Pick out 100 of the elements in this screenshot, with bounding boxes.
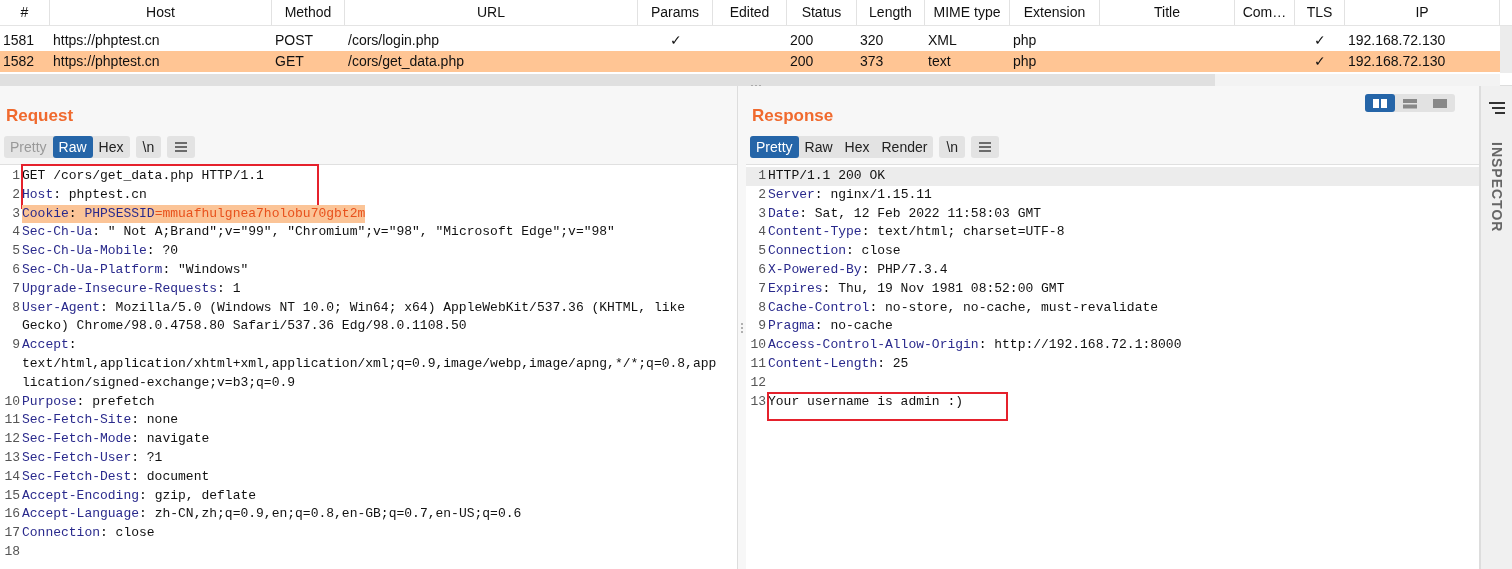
splitter-grip-icon — [740, 321, 744, 334]
column-header[interactable]: Length — [857, 0, 925, 25]
table-cell: php — [1013, 53, 1037, 69]
line-number: 17 — [3, 524, 21, 543]
table-cell: https://phptest.cn — [53, 53, 160, 69]
view-tab[interactable]: Hex — [92, 136, 130, 158]
table-cell: ✓ — [1314, 53, 1326, 69]
table-cell: https://phptest.cn — [53, 32, 160, 48]
code-line: Connection: close — [768, 242, 901, 261]
line-number: 5 — [11, 242, 21, 261]
column-header[interactable]: IP — [1345, 0, 1500, 25]
code-line: HTTP/1.1 200 OK — [768, 167, 886, 185]
line-number: 1 — [11, 167, 21, 185]
view-tab[interactable]: Raw — [798, 136, 839, 158]
message-editor[interactable] — [0, 164, 737, 569]
message-editor[interactable] — [746, 164, 1479, 569]
line-number: 13 — [3, 448, 21, 467]
line-number: 7 — [757, 279, 767, 298]
table-cell: GET — [275, 53, 304, 69]
column-header[interactable]: MIME type — [925, 0, 1010, 25]
code-line: Cache-Control: no-store, no-cache, must-revalidate — [768, 298, 1159, 317]
single-pane-icon — [1432, 97, 1448, 109]
table-cell: text — [928, 53, 951, 69]
inspector-tab[interactable]: INSPECTOR — [1488, 142, 1505, 233]
table-row[interactable]: 1581 https://phptest.cn POST /cors/login.php ✓ 200 320 XML php ✓ 192.168.72.130 — [0, 30, 1500, 51]
column-header[interactable]: TLS — [1295, 0, 1345, 25]
code-line: Pragma: no-cache — [768, 317, 893, 336]
code-line: Date: Sat, 12 Feb 2022 11:58:03 GMT — [768, 204, 1042, 223]
line-number: 10 — [3, 392, 21, 411]
line-number: 7 — [11, 279, 21, 298]
line-number: 4 — [11, 223, 21, 242]
column-header[interactable]: Com… — [1235, 0, 1295, 25]
horizontal-scrollbar[interactable] — [0, 74, 1500, 86]
line-number: 12 — [3, 430, 21, 449]
line-number: 8 — [11, 298, 21, 317]
menu-icon — [1486, 100, 1507, 116]
code-line: GET /cors/get_data.php HTTP/1.1 — [22, 167, 264, 185]
code-line: Server: nginx/1.15.11 — [768, 185, 932, 204]
view-tab[interactable]: Render — [875, 136, 934, 158]
code-line: Access-Control-Allow-Origin: http://192.168.72.1:8000 — [768, 336, 1182, 355]
line-number: 10 — [749, 336, 767, 355]
code-line: Sec-Ch-Ua: " Not A;Brand";v="99", "Chromium";v="98", "Microsoft Edge";v="98" — [22, 223, 615, 242]
line-number: 3 — [11, 204, 21, 223]
newline-toggle-button[interactable]: \n — [939, 136, 966, 158]
code-line: Connection: close — [22, 524, 155, 543]
table-cell: /cors/login.php — [348, 32, 440, 48]
column-header[interactable]: Host — [50, 0, 272, 25]
table-cell: 1582 — [3, 53, 35, 69]
code-line: Accept: — [22, 336, 78, 355]
column-header[interactable]: # — [0, 0, 50, 25]
layout-toggle[interactable] — [1365, 94, 1395, 112]
line-number: 13 — [749, 392, 767, 411]
code-line: Sec-Fetch-Mode: navigate — [22, 430, 210, 449]
table-cell: 200 — [790, 32, 814, 48]
menu-button[interactable] — [971, 136, 1000, 158]
newline-toggle-button[interactable]: \n — [135, 136, 162, 158]
column-header[interactable]: URL — [345, 0, 638, 25]
code-line: lication/signed-exchange;v=b3;q=0.9 — [22, 373, 297, 392]
menu-button[interactable] — [167, 136, 196, 158]
line-number: 2 — [11, 185, 21, 204]
code-line: Sec-Ch-Ua-Platform: "Windows" — [22, 261, 249, 279]
line-number: 6 — [757, 261, 767, 279]
line-number: 18 — [3, 542, 21, 561]
table-row[interactable]: 1582 https://phptest.cn GET /cors/get_data.php 200 373 text php ✓ 192.168.72.130 — [0, 51, 1500, 72]
columns-layout-icon — [1372, 97, 1388, 109]
inspector-menu-button[interactable] — [1486, 100, 1507, 116]
column-header[interactable]: Extension — [1010, 0, 1100, 25]
line-number: 5 — [757, 242, 767, 261]
line-number: 8 — [757, 298, 767, 317]
pane-title: Response — [751, 105, 834, 127]
code-line: Sec-Fetch-Site: none — [22, 411, 179, 430]
table-cell: XML — [928, 32, 957, 48]
line-number: 6 — [11, 261, 21, 279]
pane-title: Request — [5, 105, 74, 127]
code-line: text/html,application/xhtml+xml,application/xml;q=0.9,image/webp,image/apng,*/*;q=0.8,app — [22, 354, 717, 373]
column-header[interactable]: Title — [1100, 0, 1235, 25]
menu-icon — [174, 141, 189, 153]
vertical-scrollbar[interactable] — [1500, 26, 1512, 73]
table-cell: 320 — [860, 32, 884, 48]
code-line: X-Powered-By: PHP/7.3.4 — [768, 261, 948, 279]
table-cell: ✓ — [1314, 32, 1326, 48]
view-tab[interactable]: Hex — [838, 136, 876, 158]
view-tab[interactable]: Pretty — [750, 136, 799, 158]
code-line: Gecko) Chrome/98.0.4758.80 Safari/537.36 Edg/98.0.1108.50 — [22, 317, 468, 336]
line-number: 3 — [757, 204, 767, 223]
line-number: 16 — [3, 505, 21, 524]
line-number: 11 — [3, 411, 21, 430]
view-tab[interactable]: Raw — [52, 136, 93, 158]
code-line: Sec-Fetch-Dest: document — [22, 467, 210, 486]
table-cell: 373 — [860, 53, 884, 69]
line-number: 1 — [757, 167, 767, 185]
column-header[interactable]: Method — [272, 0, 345, 25]
table-cell: 192.168.72.130 — [1348, 32, 1446, 48]
table-cell: 200 — [790, 53, 814, 69]
code-line: Purpose: prefetch — [22, 392, 155, 411]
rows-layout-icon — [1402, 97, 1418, 109]
column-header[interactable]: Edited — [713, 0, 787, 25]
column-header[interactable]: Status — [787, 0, 857, 25]
table-cell: 1581 — [3, 32, 35, 48]
column-header[interactable]: Params — [638, 0, 713, 25]
